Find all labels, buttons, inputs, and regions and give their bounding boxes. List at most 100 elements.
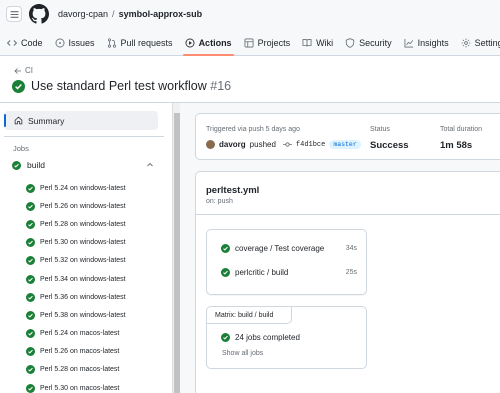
tab-label: Projects [257,38,291,48]
tab-insights[interactable]: Insights [404,30,449,56]
action-text: pushed [249,140,276,149]
success-check-icon [221,333,230,342]
run-sidebar: Summary Jobs build Perl 5.24 on windows-… [0,103,180,393]
show-all-jobs-link[interactable]: Show all jobs [222,350,263,357]
sidebar-job-label: Perl 5.26 on windows-latest [40,202,126,210]
tab-label: Code [21,38,43,48]
success-check-icon [26,365,35,375]
branch-badge[interactable]: master [329,140,361,149]
code-icon [7,40,17,46]
sidebar-job-label: Perl 5.32 on windows-latest [40,257,126,265]
matrix-title: Matrix: build / build [207,307,292,324]
sidebar-job-item[interactable]: Perl 5.36 on windows-latest [26,288,126,306]
success-check-icon [221,244,230,253]
tab-issues[interactable]: Issues [55,30,95,56]
success-check-icon [26,219,35,229]
run-number: #16 [210,79,232,93]
shield-icon [345,38,355,48]
run-summary-card: Triggered via push 5 days ago davorg pus… [195,113,500,160]
job-node-label: perlcritic / build [235,268,289,277]
hamburger-icon [10,10,18,18]
repo-tabs: Code Issues Pull requests Actions Projec… [0,30,500,56]
workflow-trigger: on: push [206,198,233,205]
workflow-file-name[interactable]: perltest.yml [206,185,259,196]
success-check-icon [221,268,230,277]
sidebar-job-item[interactable]: Perl 5.30 on macos-latest [26,379,126,393]
play-icon [185,38,195,48]
sidebar-job-item[interactable]: Perl 5.34 on windows-latest [26,270,126,288]
pull-request-icon [107,38,116,48]
sidebar-job-item[interactable]: Perl 5.24 on macos-latest [26,325,126,343]
jobs-heading: Jobs [13,144,29,153]
back-to-workflow-link[interactable]: CI [14,66,33,75]
sidebar-job-item[interactable]: Perl 5.26 on macos-latest [26,343,126,361]
sidebar-item-label: Summary [28,115,65,126]
sidebar-job-label: Perl 5.34 on windows-latest [40,275,126,283]
chevron-up-icon[interactable] [146,161,154,169]
gear-icon [461,38,471,48]
sidebar-job-item[interactable]: Perl 5.24 on windows-latest [26,179,126,197]
sidebar-job-item[interactable]: Perl 5.32 on windows-latest [26,252,126,270]
job-list: Perl 5.24 on windows-latest Perl 5.26 on … [26,179,126,393]
user-link[interactable]: davorg [219,140,246,149]
book-icon [302,39,312,47]
workflow-divider [196,214,500,215]
tab-settings[interactable]: Settings [461,30,500,56]
tab-projects[interactable]: Projects [244,30,291,56]
sidebar-job-label: Perl 5.24 on windows-latest [40,184,126,192]
success-check-icon [26,238,35,248]
issue-icon [55,38,65,48]
owner-link[interactable]: davorg-cpan [58,9,108,19]
duration-label: Total duration [440,126,483,133]
matrix-summary[interactable]: 24 jobs completed [221,333,300,342]
success-check-icon [26,183,35,193]
tab-actions[interactable]: Actions [182,30,234,56]
sidebar-job-label: Perl 5.36 on windows-latest [40,293,126,301]
commit-icon [282,142,292,147]
success-check-icon [26,347,35,357]
matrix-completed-label: 24 jobs completed [235,333,300,342]
menu-button[interactable] [6,6,22,22]
status-label: Status [370,126,390,133]
repo-link[interactable]: symbol-approx-sub [119,9,203,19]
success-check-icon [12,79,25,93]
run-title: Use standard Perl test workflow #16 [12,79,231,93]
sidebar-job-label: Perl 5.28 on macos-latest [40,366,120,374]
status-value: Success [370,140,409,151]
tab-label: Actions [198,38,232,48]
sidebar-job-item[interactable]: Perl 5.30 on windows-latest [26,234,126,252]
success-check-icon [26,310,35,320]
sidebar-scrollbar[interactable] [172,103,180,393]
sidebar-item-summary[interactable]: Summary [4,111,158,130]
trigger-details: davorg pushed f4d1bce master [206,140,361,149]
sidebar-job-label: Perl 5.24 on macos-latest [40,330,120,338]
duration-column: Total duration 1m 58s [440,126,482,151]
back-label: CI [25,66,33,75]
sidebar-job-label: Perl 5.38 on windows-latest [40,311,126,319]
avatar[interactable] [206,140,215,149]
sidebar-job-label: Perl 5.30 on windows-latest [40,239,126,247]
success-check-icon [12,160,21,170]
tab-pull-requests[interactable]: Pull requests [107,30,173,56]
tab-label: Issues [68,38,95,48]
duration-value: 1m 58s [440,140,473,151]
tab-security[interactable]: Security [345,30,392,56]
group-label: build [27,160,45,170]
tab-wiki[interactable]: Wiki [302,30,333,56]
tab-code[interactable]: Code [7,30,43,56]
job-node-duration: 34s [345,245,357,252]
sidebar-job-label: Perl 5.30 on macos-latest [40,384,120,392]
job-node-duration: 25s [345,269,357,276]
sidebar-job-item[interactable]: Perl 5.28 on windows-latest [26,215,126,233]
job-node-perlcritic[interactable]: perlcritic / build 25s [221,268,357,277]
success-check-icon [26,274,35,284]
sidebar-group-build[interactable]: build [12,160,158,170]
sidebar-job-item[interactable]: Perl 5.26 on windows-latest [26,197,126,215]
sidebar-job-item[interactable]: Perl 5.28 on macos-latest [26,361,126,379]
job-node-coverage[interactable]: coverage / Test coverage 34s [221,244,357,253]
tab-label: Settings [474,38,500,48]
github-logo-icon[interactable] [29,4,49,24]
commit-sha-link[interactable]: f4d1bce [296,141,325,149]
success-check-icon [26,201,35,211]
sidebar-job-item[interactable]: Perl 5.38 on windows-latest [26,306,126,324]
